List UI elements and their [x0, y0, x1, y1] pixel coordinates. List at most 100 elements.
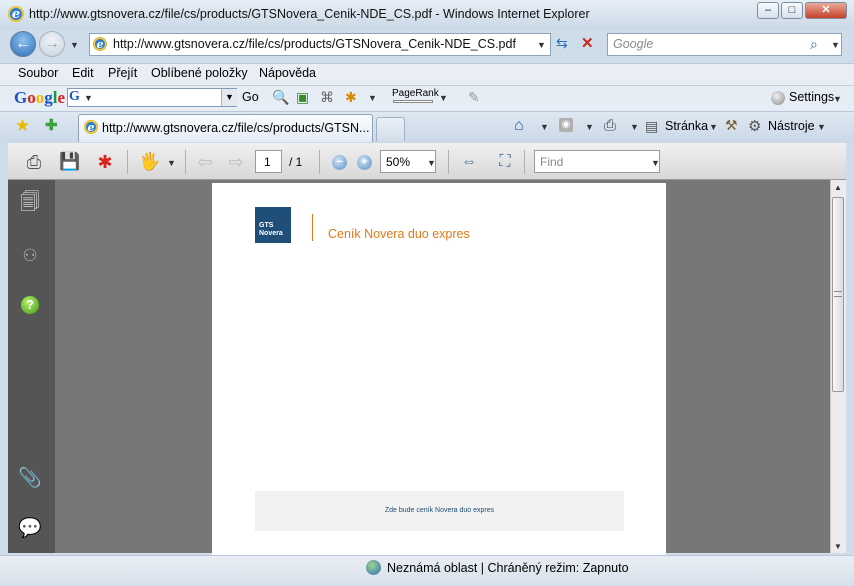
navigation-panel — [8, 180, 55, 553]
maximize-button[interactable]: □ — [781, 2, 803, 19]
tools-menu-button[interactable]: Nástroje — [768, 119, 815, 133]
google-search-web-icon[interactable]: 🔍 — [272, 89, 289, 106]
minimize-button[interactable]: – — [757, 2, 779, 19]
comments-icon[interactable]: 💬 — [17, 515, 43, 541]
close-button[interactable]: ✕ — [805, 2, 847, 19]
page-icon: e — [93, 37, 107, 51]
pdf-collaborate-icon[interactable]: ✱ — [94, 151, 116, 173]
home-dropdown-icon[interactable]: ▼ — [540, 122, 549, 132]
logo-line-2: Novera — [259, 230, 283, 237]
attachments-icon[interactable]: 📎 — [17, 465, 43, 491]
price-list-placeholder-box: Zde bude ceník Novera duo expres — [255, 491, 624, 531]
menu-help[interactable]: Nápověda — [259, 66, 316, 80]
page-menu-button[interactable]: Stránka — [665, 119, 708, 133]
fit-page-icon[interactable]: ⛶ — [494, 151, 516, 173]
select-tool-dropdown-icon[interactable]: ▼ — [167, 158, 176, 168]
pages-panel-icon[interactable]: 🗐 — [17, 191, 43, 217]
google-logo-letter: g — [44, 88, 53, 107]
search-icon[interactable]: ⌕ — [810, 36, 818, 53]
find-dropdown-icon[interactable]: ▼ — [651, 158, 660, 168]
pdf-print-icon[interactable]: ⎙ — [23, 151, 45, 173]
document-heading: Ceník Novera duo expres — [328, 227, 470, 241]
heading-divider — [312, 214, 313, 241]
scroll-up-icon[interactable]: ▲ — [834, 183, 842, 192]
zoom-out-icon[interactable]: − — [332, 155, 347, 170]
tools-gear-icon: ⚙ — [748, 118, 762, 135]
scrollbar-grip — [834, 291, 842, 297]
google-input-dropdown-icon[interactable]: ▼ — [221, 89, 237, 106]
toolbar-separator — [448, 150, 449, 174]
menu-go[interactable]: Přejít — [108, 66, 137, 80]
print-dropdown-icon[interactable]: ▼ — [630, 122, 639, 132]
feeds-dropdown-icon[interactable]: ▼ — [585, 122, 594, 132]
pagerank-dropdown-icon[interactable]: ▼ — [439, 93, 448, 103]
google-logo-letter: o — [35, 88, 45, 107]
pdf-select-tool-icon[interactable]: 🖐 — [139, 151, 161, 173]
settings-dropdown-icon[interactable]: ▼ — [833, 94, 842, 104]
refresh-icon[interactable]: ⇆ — [556, 35, 568, 52]
tab-page-icon: e — [84, 120, 98, 134]
feeds-icon[interactable]: ◉ — [559, 118, 573, 132]
title-bar: e http://www.gtsnovera.cz/file/cs/produc… — [0, 0, 854, 29]
search-dropdown-icon[interactable]: ▼ — [831, 40, 840, 50]
add-favorites-icon[interactable]: ✚ — [45, 116, 58, 134]
price-list-placeholder-text: Zde bude ceník Novera duo expres — [384, 507, 495, 514]
page-number-value: 1 — [264, 155, 271, 169]
search-input[interactable]: Google — [613, 37, 653, 51]
new-tab-button[interactable] — [376, 117, 405, 141]
google-logo[interactable]: Google — [14, 88, 65, 108]
page-total: / 1 — [289, 155, 303, 169]
google-highlight-icon[interactable]: ✎ — [468, 89, 480, 106]
pdf-page: GTS Novera Ceník Novera duo expres Zde b… — [212, 183, 666, 555]
address-dropdown-icon[interactable]: ▼ — [537, 40, 546, 50]
gts-novera-logo: GTS Novera — [255, 207, 291, 243]
menu-favorites[interactable]: Oblíbené položky — [151, 66, 248, 80]
toolbar-separator — [185, 150, 186, 174]
menu-file[interactable]: Soubor — [18, 66, 58, 80]
google-news-icon[interactable]: ⌘ — [320, 89, 334, 106]
settings-icon[interactable] — [771, 91, 785, 105]
pagerank-bar — [393, 100, 433, 103]
zoom-dropdown-icon[interactable]: ▼ — [427, 158, 436, 168]
pdf-save-icon[interactable]: 💾 — [59, 151, 81, 173]
tab-title: http://www.gtsnovera.cz/file/cs/products… — [102, 121, 370, 135]
print-icon[interactable]: ⎙ — [604, 117, 616, 134]
fit-width-icon[interactable]: ⇔ — [458, 151, 480, 173]
search-panel-icon[interactable]: ⚇ — [17, 243, 43, 269]
google-g-icon: G — [69, 89, 80, 104]
back-button[interactable]: ← — [10, 31, 36, 57]
safety-icon[interactable]: ⚒ — [725, 117, 738, 134]
pagerank-label: PageRank — [392, 88, 439, 99]
google-logo-letter: o — [27, 88, 36, 107]
previous-page-icon[interactable]: ⇦ — [194, 151, 216, 173]
menu-edit[interactable]: Edit — [72, 66, 94, 80]
history-dropdown-icon[interactable]: ▼ — [70, 40, 79, 50]
security-zone-status[interactable]: Neznámá oblast | Chráněný režim: Zapnuto — [387, 561, 629, 575]
google-logo-letter: G — [14, 88, 28, 107]
zoom-in-icon[interactable]: + — [357, 155, 372, 170]
home-icon[interactable]: ⌂ — [514, 117, 524, 135]
ie-logo-icon: e — [8, 6, 24, 22]
google-popup-dropdown-icon[interactable]: ▼ — [368, 93, 377, 103]
page-menu-dropdown-icon[interactable]: ▼ — [709, 122, 718, 132]
tools-dropdown-icon[interactable]: ▼ — [817, 122, 826, 132]
address-input[interactable]: http://www.gtsnovera.cz/file/cs/products… — [113, 37, 516, 51]
help-icon[interactable]: ? — [17, 292, 43, 318]
google-images-icon[interactable]: ▣ — [296, 89, 309, 106]
zoom-value: 50% — [386, 155, 411, 169]
favorites-star-icon[interactable]: ★ — [15, 116, 30, 136]
google-logo-letter: e — [57, 88, 66, 107]
google-go-button[interactable]: Go — [242, 90, 259, 104]
google-popup-icon[interactable]: ✱ — [345, 89, 357, 106]
google-g-dropdown-icon[interactable]: ▼ — [84, 93, 93, 103]
stop-icon[interactable]: ✕ — [581, 34, 594, 52]
scroll-down-icon[interactable]: ▼ — [834, 542, 842, 551]
page-menu-icon: ▤ — [645, 118, 659, 134]
toolbar-separator — [524, 150, 525, 174]
forward-button[interactable]: → — [39, 31, 65, 57]
toolbar-separator — [127, 150, 128, 174]
next-page-icon[interactable]: ⇨ — [225, 151, 247, 173]
internet-zone-globe-icon — [366, 560, 381, 575]
window-title: http://www.gtsnovera.cz/file/cs/products… — [29, 7, 590, 21]
google-settings-button[interactable]: Settings — [789, 90, 834, 104]
